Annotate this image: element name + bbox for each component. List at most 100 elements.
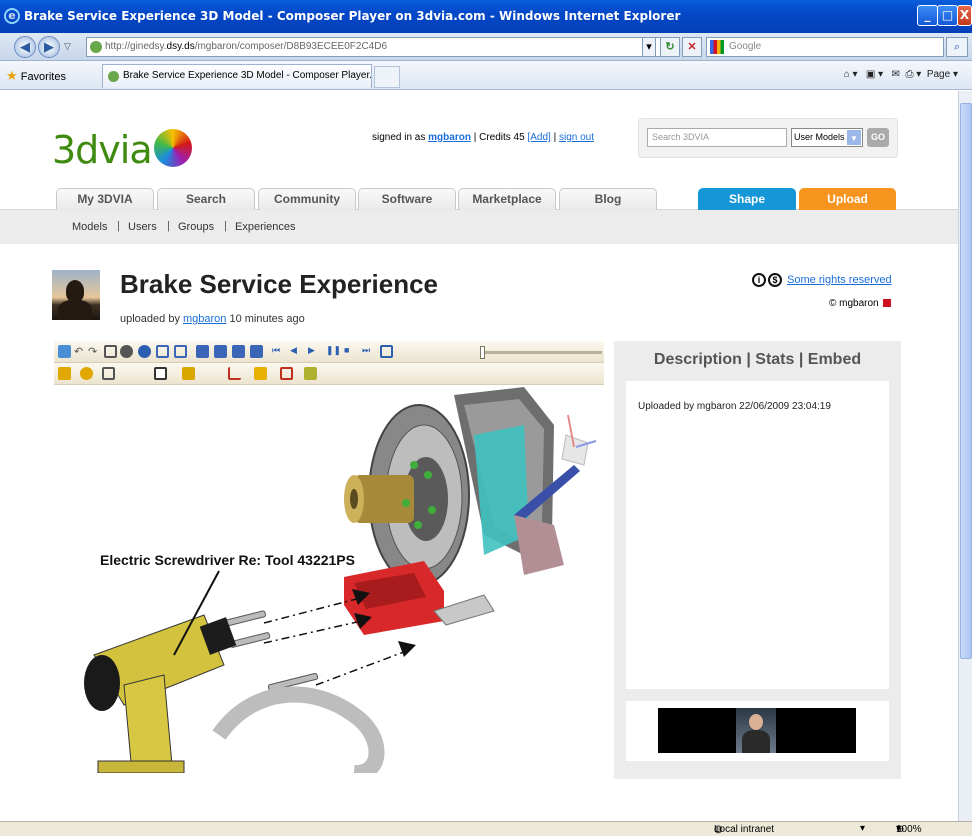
site-search-input[interactable]: Search 3DVIA bbox=[647, 128, 787, 147]
panel-tabs[interactable]: Description | Stats | Embed bbox=[614, 351, 901, 369]
brake-assembly bbox=[344, 387, 580, 635]
last-step-icon[interactable]: ⏭ bbox=[362, 345, 375, 358]
stop-playback-icon[interactable]: ■ bbox=[344, 345, 357, 358]
scrollbar-thumb[interactable] bbox=[960, 103, 972, 659]
home-view-icon[interactable] bbox=[156, 345, 169, 358]
url-rest: /mgbaron/composer/D8B93ECEE0F2C4D6 bbox=[194, 41, 388, 52]
go-button[interactable]: GO bbox=[867, 128, 889, 147]
tab-software[interactable]: Software bbox=[358, 188, 456, 210]
paint-icon[interactable] bbox=[182, 367, 195, 380]
annotation-icon[interactable] bbox=[254, 367, 267, 380]
uploaded-prefix: uploaded by bbox=[120, 313, 183, 325]
section-icon[interactable] bbox=[280, 367, 293, 380]
search-scope-select[interactable]: User Models ▼ bbox=[791, 128, 863, 147]
username-link[interactable]: mgbaron bbox=[428, 132, 471, 143]
slider-handle[interactable] bbox=[480, 346, 485, 359]
view-front-icon[interactable] bbox=[196, 345, 209, 358]
scene-icon[interactable] bbox=[58, 345, 71, 358]
site-logo[interactable]: 3dvia bbox=[52, 128, 192, 172]
3d-scene[interactable]: Electric Screwdriver Re: Tool 43221PS bbox=[54, 385, 604, 773]
first-step-icon[interactable]: ⏮ bbox=[272, 345, 285, 358]
view-top-icon[interactable] bbox=[214, 345, 227, 358]
search-icon[interactable]: ⌕ bbox=[946, 37, 968, 57]
material-icon[interactable] bbox=[80, 367, 93, 380]
view-iso-icon[interactable] bbox=[250, 345, 263, 358]
favorites-label: Favorites bbox=[20, 71, 66, 83]
favorites-button[interactable]: ★ Favorites bbox=[6, 68, 66, 84]
url-field[interactable]: http://ginedsy.dsy.ds/mgbaron/composer/D… bbox=[86, 37, 664, 57]
tab-marketplace[interactable]: Marketplace bbox=[458, 188, 556, 210]
watermark-logo bbox=[212, 686, 385, 773]
annotation-label: Electric Screwdriver Re: Tool 43221PS bbox=[100, 552, 355, 568]
title-bar: e Brake Service Experience 3D Model - Co… bbox=[0, 0, 972, 33]
google-icon bbox=[710, 40, 724, 54]
history-dropdown-icon[interactable]: ▽ bbox=[64, 41, 71, 52]
home-icon[interactable]: ⌂ ▾ bbox=[844, 69, 858, 80]
play-icon[interactable]: ▶ bbox=[308, 345, 321, 358]
subnav-experiences[interactable]: Experiences bbox=[235, 221, 296, 233]
feeds-icon[interactable]: ▣ ▾ bbox=[866, 69, 883, 80]
timeline-slider[interactable] bbox=[480, 346, 602, 359]
refresh-icon[interactable]: ↻ bbox=[660, 37, 680, 57]
subnav-models[interactable]: Models bbox=[72, 221, 107, 233]
back-button[interactable]: ◀ bbox=[14, 36, 36, 58]
player-toolbar-bottom bbox=[54, 363, 604, 385]
subnav-separator: | bbox=[167, 220, 170, 232]
tab-search[interactable]: Search bbox=[157, 188, 255, 210]
composer-player[interactable]: ↶ ↷ ⏮ ◀ ▶ ❚❚ ■ ⏭ Electric Screwdriver Re… bbox=[54, 341, 604, 773]
tab-blog[interactable]: Blog bbox=[559, 188, 657, 210]
print-icon[interactable]: ⎙ ▾ bbox=[905, 69, 921, 80]
minimize-button[interactable]: _ bbox=[917, 5, 938, 26]
mail-icon[interactable]: ✉ bbox=[892, 69, 900, 80]
sign-out-link[interactable]: sign out bbox=[559, 132, 594, 143]
new-tab-button[interactable] bbox=[374, 66, 400, 88]
address-bar: ◀ ▶ ▽ http://ginedsy.dsy.ds/mgbaron/comp… bbox=[0, 33, 972, 61]
loop-icon[interactable] bbox=[380, 345, 393, 358]
add-credits-link[interactable]: [Add] bbox=[527, 132, 550, 143]
light-icon[interactable] bbox=[58, 367, 71, 380]
measure-icon[interactable] bbox=[228, 367, 241, 380]
rights-link[interactable]: Some rights reserved bbox=[787, 274, 892, 286]
subnav-groups[interactable]: Groups bbox=[178, 221, 214, 233]
maximize-button[interactable]: □ bbox=[937, 5, 958, 26]
url-dropdown-icon[interactable]: ▾ bbox=[642, 37, 656, 57]
pause-icon[interactable]: ❚❚ bbox=[326, 345, 341, 358]
render-mode-icon[interactable] bbox=[102, 367, 115, 380]
description-text: Uploaded by mgbaron 22/06/2009 23:04:19 bbox=[638, 401, 831, 412]
undo-icon[interactable]: ↶ bbox=[74, 345, 87, 358]
redo-icon[interactable]: ↷ bbox=[88, 345, 101, 358]
previous-step-icon[interactable]: ◀ bbox=[290, 345, 303, 358]
page-menu[interactable]: Page ▾ bbox=[927, 69, 958, 80]
logo-ball-icon bbox=[153, 129, 192, 167]
zoom-control[interactable]: ⊕ 100% ▾ bbox=[896, 823, 922, 835]
fit-view-icon[interactable] bbox=[174, 345, 187, 358]
capture-icon[interactable] bbox=[304, 367, 317, 380]
tab-community[interactable]: Community bbox=[258, 188, 356, 210]
move-tool-icon[interactable] bbox=[154, 367, 167, 380]
browser-tab[interactable]: Brake Service Experience 3D Model - Comp… bbox=[102, 64, 372, 88]
chevron-down-icon: ▼ bbox=[847, 130, 861, 145]
stop-icon[interactable]: ✕ bbox=[682, 37, 702, 57]
shape-button[interactable]: Shape bbox=[698, 188, 796, 210]
video-thumbnail[interactable] bbox=[658, 708, 856, 753]
settings-icon[interactable] bbox=[120, 345, 133, 358]
player-toolbar-top: ↶ ↷ ⏮ ◀ ▶ ❚❚ ■ ⏭ bbox=[54, 341, 604, 363]
grid-icon[interactable] bbox=[104, 345, 117, 358]
uploader-link[interactable]: mgbaron bbox=[183, 313, 226, 325]
close-button[interactable]: X bbox=[957, 5, 972, 26]
search-placeholder: Google bbox=[729, 41, 762, 52]
details-panel: Description | Stats | Embed Uploaded by … bbox=[614, 341, 901, 779]
search-input[interactable]: Google bbox=[706, 37, 944, 57]
tab-my-3dvia[interactable]: My 3DVIA bbox=[56, 188, 154, 210]
upload-button[interactable]: Upload bbox=[799, 188, 896, 210]
info-icon[interactable] bbox=[138, 345, 151, 358]
view-side-icon[interactable] bbox=[232, 345, 245, 358]
url-prefix: http://ginedsy. bbox=[105, 41, 167, 52]
vertical-scrollbar[interactable] bbox=[958, 91, 972, 821]
avatar[interactable] bbox=[52, 270, 100, 320]
page-content: 3dvia signed in as mgbaron | Credits 45 … bbox=[0, 91, 958, 821]
forward-button[interactable]: ▶ bbox=[38, 36, 60, 58]
report-flag-icon[interactable] bbox=[882, 299, 891, 307]
protected-mode-icon[interactable]: ▾ bbox=[860, 823, 865, 834]
subnav-users[interactable]: Users bbox=[128, 221, 157, 233]
